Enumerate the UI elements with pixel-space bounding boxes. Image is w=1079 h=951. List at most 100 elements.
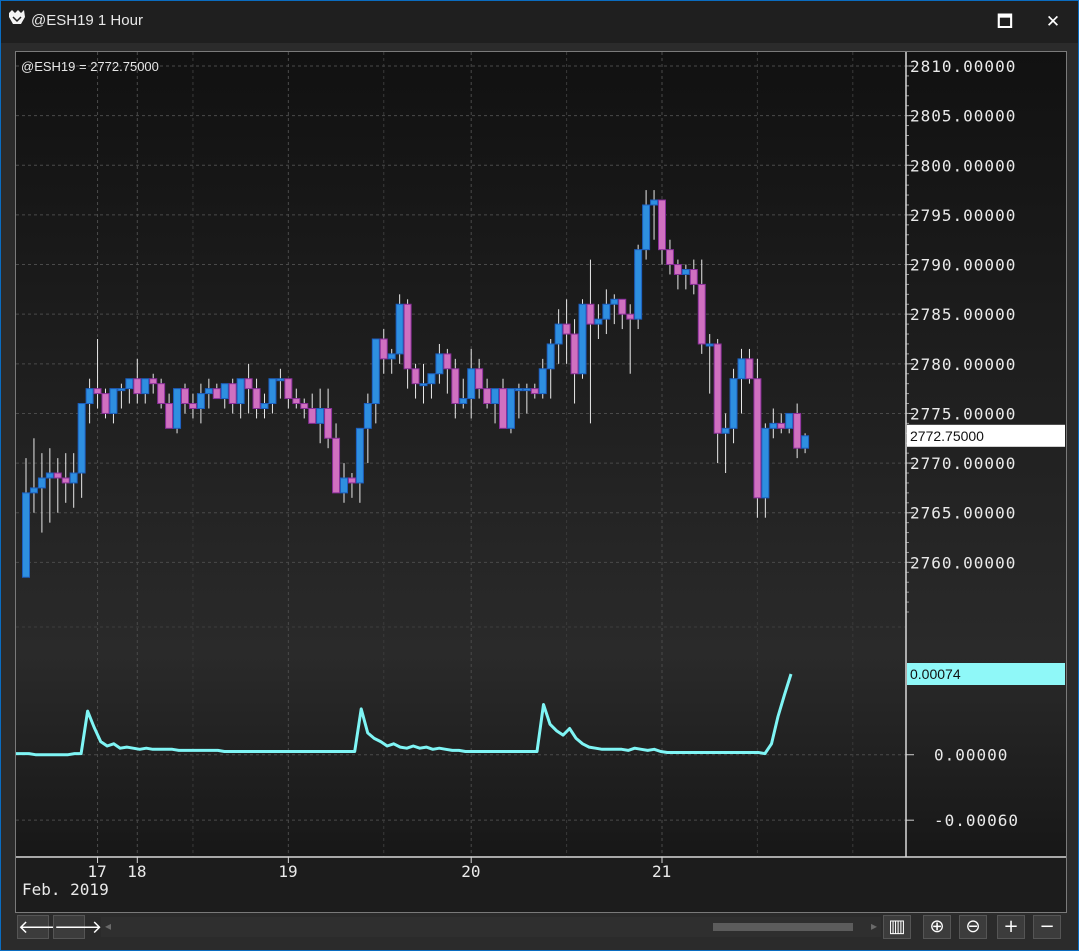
candle-up — [705, 343, 714, 347]
candle-up — [785, 412, 794, 429]
candle-down — [443, 353, 452, 370]
candle-down — [689, 269, 698, 285]
candle-down — [53, 472, 62, 479]
candle-up — [435, 353, 444, 375]
candle-up — [316, 407, 325, 424]
candle-down — [586, 303, 595, 325]
indicator-tick-label: -0.00060 — [934, 811, 1019, 830]
indicator-tick-label: 0.00000 — [934, 746, 1008, 765]
candle-up — [721, 427, 730, 434]
time-axis-background — [16, 858, 1066, 912]
candle-up — [37, 477, 46, 489]
candle-up — [681, 269, 690, 275]
horizontal-scrollbar[interactable]: ◂ ▸ — [101, 917, 881, 937]
candle-down — [562, 323, 571, 335]
candle-up — [236, 378, 245, 405]
period-label: Feb. 2019 — [22, 880, 109, 899]
candle-down — [324, 407, 333, 439]
zoom-out-button[interactable]: ⊖ — [959, 915, 987, 939]
price-tick-label: 2790.00000 — [910, 256, 1016, 275]
maximize-icon: 🗖 — [996, 12, 1014, 32]
maximize-button[interactable]: 🗖 — [991, 9, 1019, 35]
candle-down — [228, 383, 237, 405]
candle-up — [276, 378, 285, 382]
candle-up — [650, 199, 659, 206]
candle-up — [260, 403, 269, 409]
zoom-in-button[interactable]: ⊕ — [923, 915, 951, 939]
candle-up — [427, 373, 436, 385]
candle-up — [117, 388, 126, 392]
remove-bars-button[interactable]: − — [1033, 915, 1061, 939]
date-tick-label: 19 — [278, 862, 297, 881]
candle-up — [538, 368, 547, 395]
candle-down — [244, 378, 253, 390]
price-tick-label: 2810.00000 — [910, 57, 1016, 76]
candle-down — [483, 388, 492, 405]
window-title: @ESH19 1 Hour — [31, 12, 143, 29]
candle-up — [610, 298, 619, 305]
candle-down — [618, 298, 627, 315]
candle-down — [149, 378, 158, 385]
candle-up — [514, 388, 523, 392]
candle-up — [141, 378, 150, 395]
candle-down — [745, 358, 754, 380]
candle-down — [379, 338, 388, 360]
candle-down — [475, 368, 484, 390]
candle-up — [173, 388, 182, 429]
candle-up — [69, 472, 78, 484]
arrow-right-icon: 🡒 — [54, 917, 103, 938]
candle-up — [419, 383, 428, 387]
candle-up — [594, 318, 603, 325]
price-tick-label: 2780.00000 — [910, 355, 1016, 374]
price-chart: 2810.00000 2805.00000 2800.00000 2795.00000… — [16, 52, 1066, 912]
price-tick-label: 2765.00000 — [910, 504, 1016, 523]
candle-down — [188, 403, 197, 409]
minus-icon: − — [1039, 916, 1055, 937]
candle-up — [371, 338, 380, 405]
date-tick-label: 18 — [127, 862, 146, 881]
candle-down — [665, 249, 674, 266]
scroll-left-button[interactable]: 🡐 — [17, 915, 66, 939]
chart-toolbar: 🡐 🡒 ◂ ▸ ▥ ⊕ ⊖ + − — [15, 914, 1065, 940]
candle-up — [29, 487, 38, 494]
candle-up — [22, 492, 30, 578]
candle-down — [499, 388, 507, 429]
add-bars-button[interactable]: + — [997, 915, 1025, 939]
candle-down — [308, 407, 317, 424]
date-tick-label: 17 — [88, 862, 107, 881]
chart-plot-area[interactable]: 2810.00000 2805.00000 2800.00000 2795.00000… — [15, 51, 1067, 913]
fit-chart-button[interactable]: ▥ — [883, 915, 911, 939]
price-tick-label: 2770.00000 — [910, 454, 1016, 473]
candle-down — [753, 378, 762, 499]
title-bar: @ESH19 1 Hour 🗖 ✕ — [1, 1, 1078, 43]
scroll-left-arrow-icon[interactable]: ◂ — [105, 919, 111, 933]
candle-down — [93, 388, 102, 395]
candle-up — [729, 378, 738, 429]
candle-up — [109, 388, 118, 414]
candle-up — [77, 403, 86, 474]
candle-up — [467, 368, 476, 400]
candle-down — [347, 477, 356, 484]
close-button[interactable]: ✕ — [1039, 9, 1067, 35]
price-tick-label: 2800.00000 — [910, 156, 1016, 175]
candle-down — [530, 388, 539, 395]
candle-down — [411, 368, 420, 385]
candle-down — [181, 388, 189, 405]
date-tick-label: 21 — [652, 862, 671, 881]
candle-up — [459, 398, 468, 405]
price-tick-label: 2785.00000 — [910, 305, 1016, 324]
candle-up — [578, 303, 587, 375]
candle-down — [212, 388, 221, 400]
scroll-right-button[interactable]: 🡒 — [53, 915, 102, 939]
candle-down — [284, 378, 293, 400]
candle-up — [737, 358, 746, 380]
candle-up — [554, 323, 563, 345]
candle-down — [165, 403, 174, 429]
close-icon: ✕ — [1045, 12, 1061, 32]
scrollbar-thumb[interactable] — [713, 923, 853, 931]
candle-down — [626, 313, 635, 320]
candle-down — [101, 393, 110, 414]
scroll-right-arrow-icon[interactable]: ▸ — [871, 919, 877, 933]
app-logo-icon — [9, 10, 25, 24]
candle-down — [157, 383, 166, 405]
